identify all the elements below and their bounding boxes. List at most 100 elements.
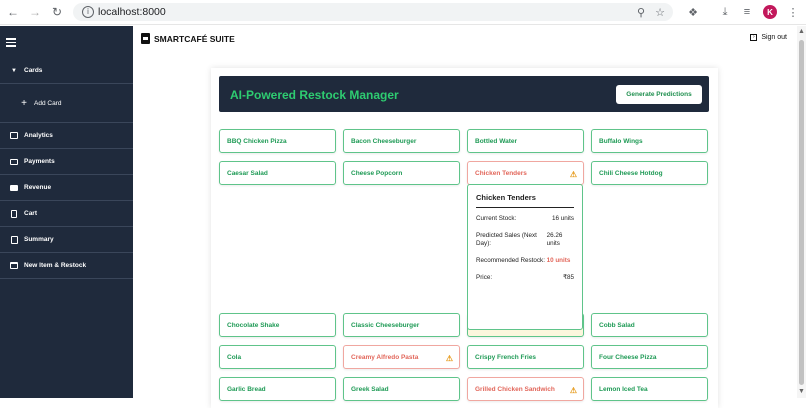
detail-value: 26.26 units [546,232,563,247]
back-icon[interactable]: ← [4,3,22,21]
item-card[interactable]: Garlic Bread [219,377,336,401]
detail-label: Recommended Restock: [476,257,545,264]
sidebar-item-label: Analytics [24,132,53,139]
item-card-label: Bottled Water [475,137,518,145]
item-card-label: Garlic Bread [227,385,266,393]
sidebar-item-label: New Item & Restock [24,262,87,269]
item-card[interactable]: Crispy French Fries [467,345,584,369]
address-bar[interactable]: i localhost:8000 [73,3,673,21]
item-detail-popover: Chicken Tenders Current Stock: 16 units … [467,184,583,330]
item-card[interactable]: Bacon Cheeseburger [343,129,460,153]
scroll-up-icon[interactable]: ▲ [798,28,805,35]
restock-header: AI-Powered Restock Manager Generate Pred… [219,76,709,112]
detail-label: Price: [476,274,493,281]
item-card[interactable]: Cheese Popcorn [343,161,460,185]
money-icon [9,184,19,192]
site-info-icon[interactable]: i [82,6,94,18]
item-card[interactable]: Buffalo Wings [591,129,708,153]
scroll-down-icon[interactable]: ▼ [798,388,805,395]
item-card[interactable]: Classic Cheeseburger [343,313,460,337]
warning-icon: ⚠ [445,354,453,363]
detail-row-recommended-restock: Recommended Restock: 10 units [476,257,574,265]
hamburger-menu-icon[interactable] [6,38,16,47]
item-card-label: Crispy French Fries [475,353,537,361]
sidebar-item-summary[interactable]: Summary [0,227,133,253]
item-card-label: Buffalo Wings [599,137,643,145]
item-card[interactable]: BBQ Chicken Pizza [219,129,336,153]
item-card[interactable]: Chili Cheese Hotdog [591,161,708,185]
brand: SMARTCAFÉ SUITE [141,33,235,44]
item-card[interactable]: Chocolate Shake [219,313,336,337]
extensions-icon[interactable]: ❖ [684,3,702,21]
generate-predictions-button[interactable]: Generate Predictions [616,85,702,104]
item-card[interactable]: Grilled Chicken Sandwich ⚠ [467,377,584,401]
brand-logo-icon [141,33,150,44]
caret-down-icon: ▼ [11,67,17,74]
archive-icon [9,262,19,270]
item-card-label: Bacon Cheeseburger [351,137,417,145]
item-card-label: Four Cheese Pizza [599,353,657,361]
detail-value: 10 units [546,257,571,264]
detail-row-predicted-sales: Predicted Sales (Next Day): 26.26 units [476,232,574,248]
zoom-icon[interactable]: ⚲ [632,3,650,21]
media-queue-icon[interactable]: ≡ [738,3,756,21]
item-card[interactable]: Caesar Salad [219,161,336,185]
item-card-label: Cola [227,353,242,361]
download-icon[interactable]: ⤓ [716,3,734,21]
detail-row-price: Price: ₹85 [476,274,574,282]
analytics-icon [9,132,19,140]
sidebar: ▼ Cards + Add Card Analytics Payments Re… [0,26,133,398]
sidebar-item-new-item-restock[interactable]: New Item & Restock [0,253,133,279]
item-card[interactable]: Greek Salad [343,377,460,401]
detail-value: 16 units [551,215,574,222]
sidebar-item-cart[interactable]: Cart [0,201,133,227]
item-card[interactable]: Bottled Water [467,129,584,153]
main-content: SMARTCAFÉ SUITE › Sign out AI-Powered Re… [133,26,797,408]
item-card[interactable]: Chicken Tenders ⚠ [467,161,584,185]
sidebar-item-label: Cart [24,210,38,217]
detail-label: Current Stock: [476,215,517,222]
item-card[interactable]: Cobb Salad [591,313,708,337]
sidebar-item-label: Payments [24,158,55,165]
sidebar-item-revenue[interactable]: Revenue [0,175,133,201]
detail-label: Predicted Sales (Next Day): [476,232,537,247]
item-card[interactable]: Four Cheese Pizza [591,345,708,369]
clipboard-icon [9,235,19,244]
item-card[interactable]: Lemon Iced Tea [591,377,708,401]
page-scrollbar[interactable]: ▲ ▼ [797,26,806,398]
detail-title: Chicken Tenders [476,193,574,208]
sidebar-item-analytics[interactable]: Analytics [0,123,133,149]
sidebar-item-payments[interactable]: Payments [0,149,133,175]
sidebar-item-label: Add Card [34,99,62,107]
reload-icon[interactable]: ↻ [48,3,66,21]
item-card[interactable]: Cola [219,345,336,369]
document-icon [9,209,19,218]
detail-row-current-stock: Current Stock: 16 units [476,215,574,223]
item-card-label: Lemon Iced Tea [599,385,648,393]
item-card-label: Cheese Popcorn [351,169,403,177]
item-card-label: Chili Cheese Hotdog [599,169,663,177]
profile-avatar[interactable]: K [763,5,777,19]
sign-out-link[interactable]: › Sign out [750,34,787,41]
sign-out-icon: › [750,34,758,41]
browser-menu-icon[interactable]: ⋮ [784,3,802,21]
brand-name: SMARTCAFÉ SUITE [154,33,235,44]
card-icon [9,158,19,166]
item-card[interactable]: Creamy Alfredo Pasta ⚠ [343,345,460,369]
sidebar-item-add-card[interactable]: + Add Card [0,84,133,123]
item-card-label: Caesar Salad [227,169,268,177]
sidebar-item-cards[interactable]: ▼ Cards [0,58,133,84]
item-card-label: Creamy Alfredo Pasta [351,353,419,361]
forward-icon[interactable]: → [26,3,44,21]
scroll-thumb[interactable] [799,40,804,385]
sign-out-label: Sign out [761,34,787,41]
sidebar-item-label: Summary [24,236,54,243]
sidebar-item-label: Revenue [24,184,52,191]
bookmark-star-icon[interactable]: ☆ [651,3,669,21]
item-card-label: Chocolate Shake [227,321,280,329]
item-card-label: Cobb Salad [599,321,635,329]
plus-icon: + [21,97,27,109]
page-title: AI-Powered Restock Manager [230,88,399,102]
detail-value: ₹85 [562,274,574,281]
item-card-label: BBQ Chicken Pizza [227,137,287,145]
